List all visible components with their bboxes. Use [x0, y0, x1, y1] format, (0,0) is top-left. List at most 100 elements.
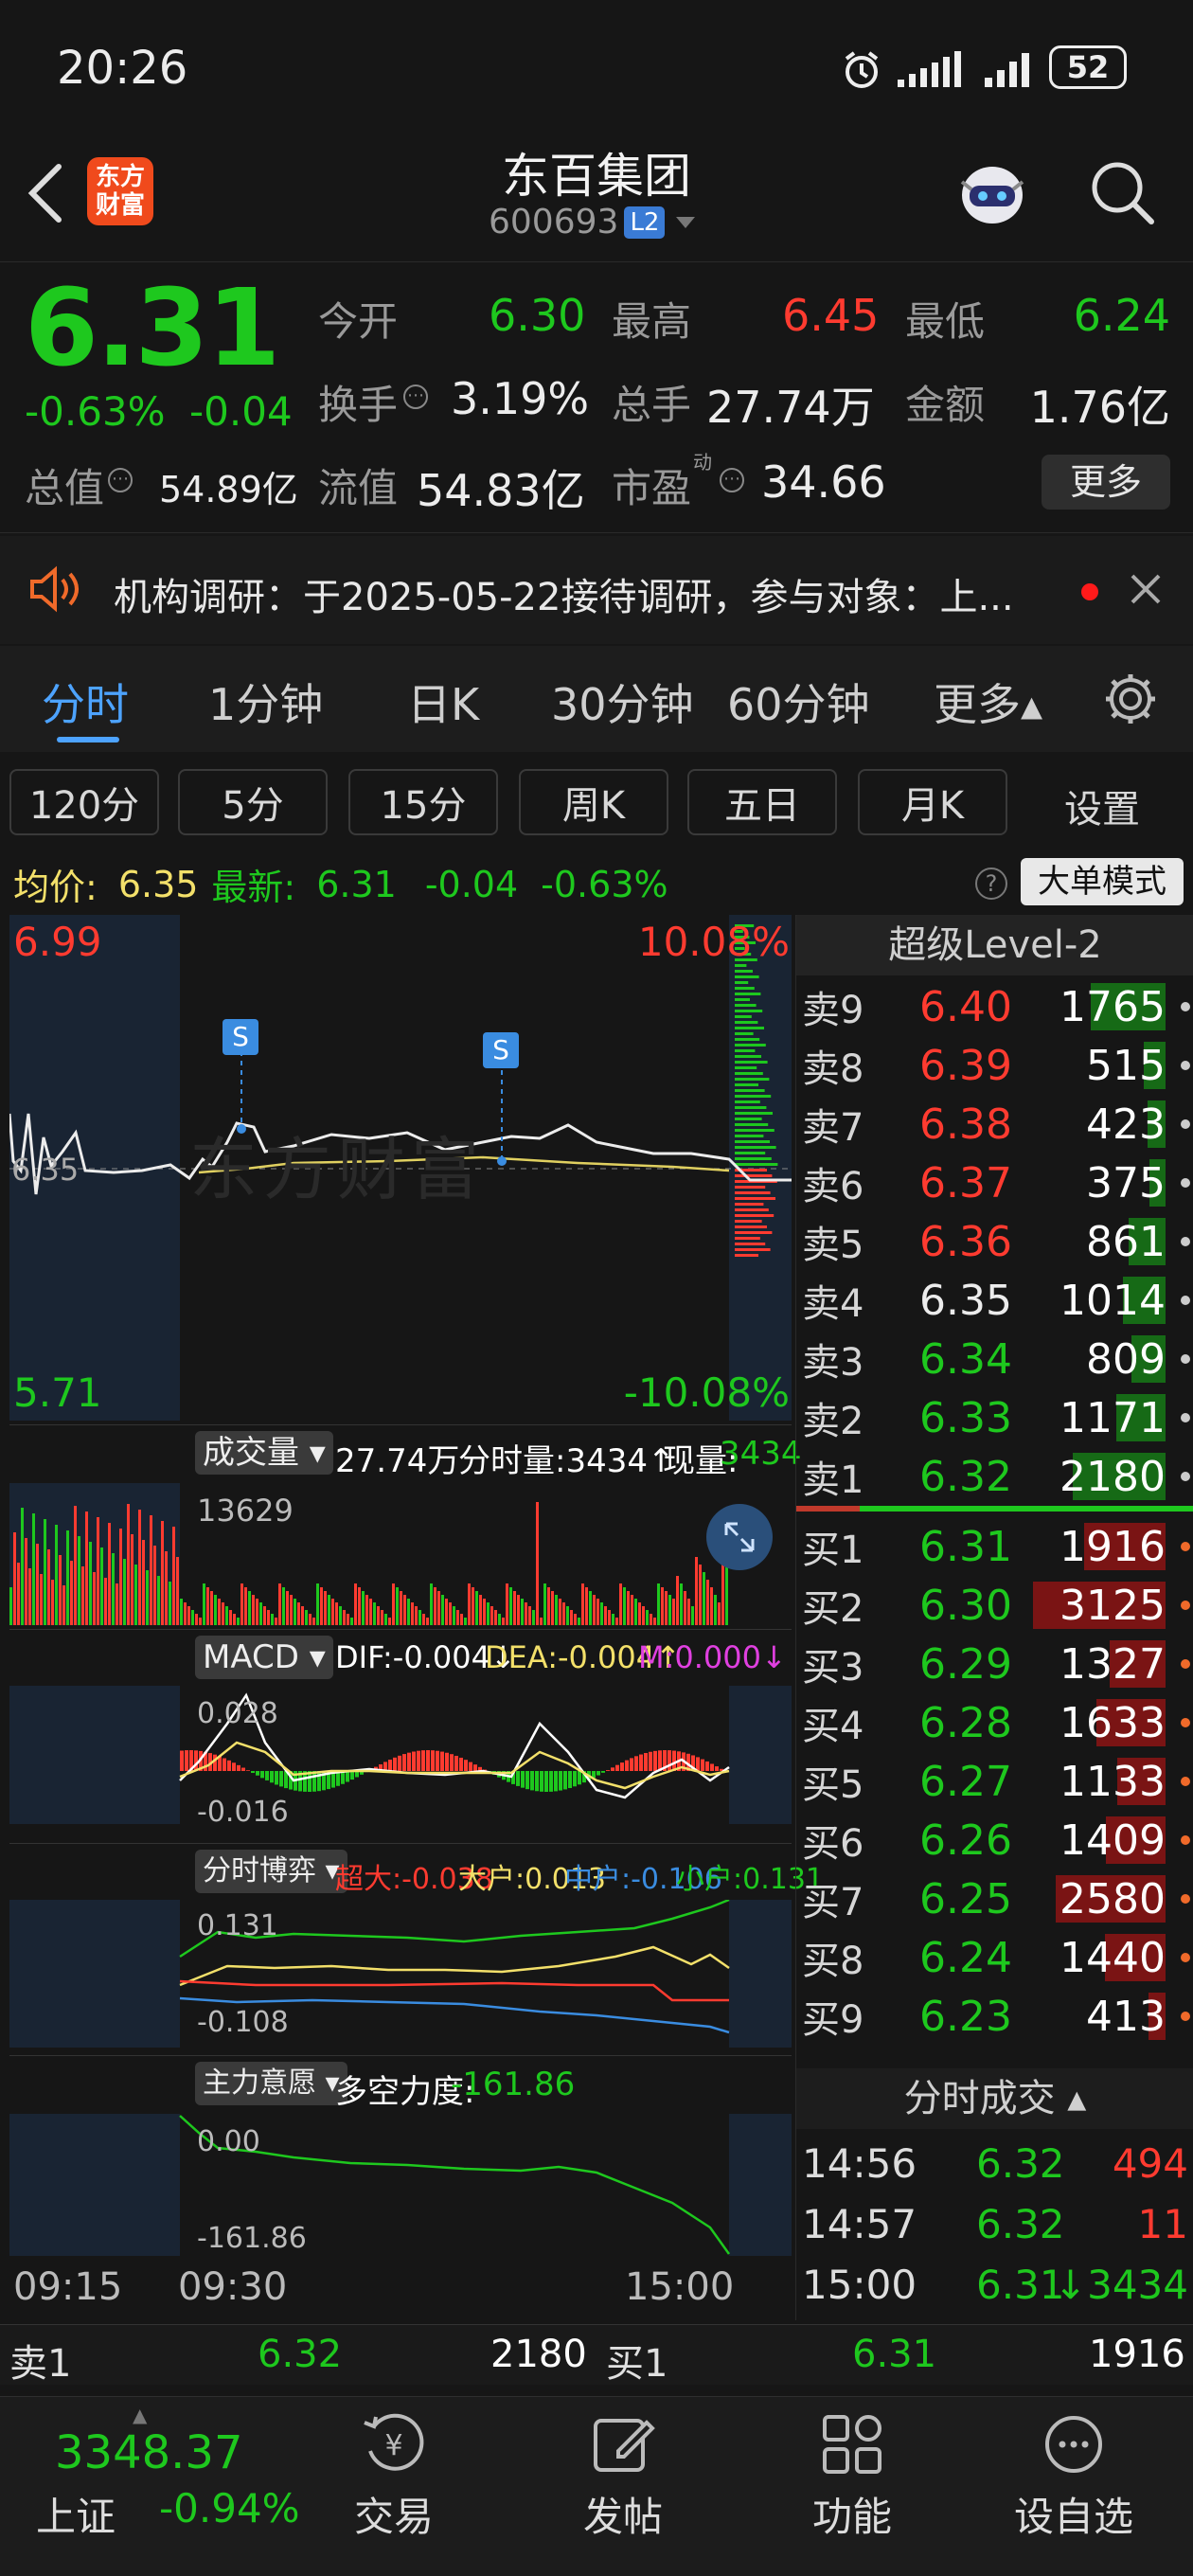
macd-bar [246, 1770, 250, 1771]
subtab-5day[interactable]: 五日 [687, 769, 837, 835]
sell-levels: 卖9 6.40 1765 卖8 6.39 515 卖7 6.38 423 卖6 6.37 375 卖5 6… [796, 977, 1193, 1508]
depth-bar [735, 1049, 756, 1052]
sell-level[interactable]: 卖7 6.38 423 [796, 1095, 1193, 1154]
buy-level[interactable]: 买5 6.27 1133 [796, 1752, 1193, 1811]
sell-level[interactable]: 卖3 6.34 809 [796, 1330, 1193, 1388]
level-label: 卖7 [802, 1106, 864, 1150]
level-price: 6.34 [919, 1334, 1012, 1384]
sell-marker[interactable]: S [483, 1032, 519, 1068]
volume-bar [119, 1529, 122, 1625]
buy-level[interactable]: 买9 6.23 413 [796, 1987, 1193, 2046]
volume-tick: 分时量:3434↑ [458, 1442, 675, 1480]
float-cap-label: 流值 [318, 465, 399, 511]
buy-level[interactable]: 买6 6.26 1409 [796, 1811, 1193, 1869]
notice-bar[interactable]: 机构调研：于2025-05-22接待调研，参与对象：上... [0, 536, 1193, 644]
subtab-120min[interactable]: 120分 [9, 769, 159, 835]
macd-bar [223, 1758, 226, 1771]
game-dropdown[interactable]: 分时博弈 ▾ [195, 1850, 347, 1893]
macd-dropdown[interactable]: MACD ▾ [195, 1636, 333, 1679]
subtab-5min[interactable]: 5分 [178, 769, 328, 835]
volume-dropdown[interactable]: 成交量 ▾ [195, 1431, 333, 1475]
tab-60min[interactable]: 60分钟 [727, 671, 870, 733]
buy-level[interactable]: 买4 6.28 1633 [796, 1693, 1193, 1752]
index-widget[interactable]: ▲ 3348.37 上证 -0.94% [0, 2396, 312, 2576]
sell-level[interactable]: 卖8 6.39 515 [796, 1036, 1193, 1095]
level-dot [1181, 1894, 1190, 1904]
buy-level[interactable]: 买3 6.29 1327 [796, 1635, 1193, 1693]
macd-bar [232, 1762, 236, 1771]
big-order-mode-button[interactable]: 大单模式 [1021, 858, 1184, 905]
sell-level[interactable]: 卖2 6.33 1171 [796, 1388, 1193, 1447]
help-icon[interactable]: ? [975, 868, 1007, 900]
total-cap-value: 54.89亿 [159, 469, 298, 510]
volume-bar [320, 1587, 323, 1625]
volume-bar [684, 1591, 686, 1625]
nav-trade-label: 交易 [353, 2494, 434, 2540]
expand-icon[interactable] [706, 1504, 773, 1570]
macd-bar [417, 1750, 420, 1771]
stock-code-row[interactable]: 600693 L2 [489, 203, 697, 242]
buy-level[interactable]: 买1 6.31 1916 [796, 1517, 1193, 1576]
buy-level[interactable]: 买8 6.24 1440 [796, 1928, 1193, 1987]
robot-avatar-icon[interactable] [949, 153, 1036, 235]
sell-level[interactable]: 卖1 6.32 2180 [796, 1447, 1193, 1506]
more-button[interactable]: 更多 [1042, 455, 1170, 510]
info-icon[interactable]: ⋯ [403, 385, 428, 409]
subtab-month[interactable]: 月K [858, 769, 1007, 835]
level-dot [1181, 1659, 1190, 1669]
index-arrow: ▲ [133, 2404, 148, 2426]
tick-list: 14:56 6.32 494 14:57 6.32 11 15:00 6.31 ↓3434 [796, 2133, 1193, 2318]
subtab-15min[interactable]: 15分 [348, 769, 498, 835]
info-icon[interactable]: ⋯ [720, 468, 744, 492]
nav-post[interactable]: 发帖 [504, 2396, 742, 2543]
volume-bar [142, 1540, 145, 1625]
volume-bar [127, 1504, 130, 1625]
svg-text:¥: ¥ [384, 2429, 402, 2462]
sell-marker[interactable]: S [223, 1019, 258, 1055]
macd-bar [615, 1764, 619, 1771]
volume-bar [680, 1583, 683, 1625]
depth-bar [735, 1118, 762, 1120]
macd-bar [270, 1771, 274, 1783]
info-icon[interactable]: ⋯ [108, 468, 133, 492]
level-volume: 809 [1086, 1334, 1166, 1384]
strip-buy-price: 6.31 [852, 2333, 937, 2376]
close-icon[interactable] [1129, 572, 1163, 606]
search-icon[interactable] [1087, 157, 1157, 227]
intraday-chart[interactable]: 东方财富 S S 6.99 10.08% 6.35 5.71 -10.08% 成… [9, 915, 824, 2364]
level-label: 买4 [802, 1705, 864, 1748]
buy-level[interactable]: 买7 6.25 2580 [796, 1869, 1193, 1928]
last-pct: -0.63% [541, 863, 668, 905]
level-label: 卖1 [802, 1458, 864, 1502]
buy-level[interactable]: 买2 6.30 3125 [796, 1576, 1193, 1635]
intent-dropdown[interactable]: 主力意愿 ▾ [195, 2062, 347, 2105]
nav-function[interactable]: 功能 [733, 2396, 971, 2543]
level-label: 买6 [802, 1822, 864, 1866]
tab-more[interactable]: 更多▴ [934, 671, 1042, 733]
intent-header: 主力意愿 ▾ 多空力度: -161.86 [9, 2055, 792, 2111]
volume-bar [513, 1591, 516, 1625]
sell-level[interactable]: 卖6 6.37 375 [796, 1154, 1193, 1212]
nav-trade[interactable]: ¥ 交易 [275, 2396, 513, 2543]
level-price: 6.36 [919, 1217, 1012, 1266]
tab-fenshi[interactable]: 分时 [42, 671, 129, 733]
volume-bar [578, 1618, 580, 1625]
macd-bar [668, 1750, 671, 1771]
tab-30min[interactable]: 30分钟 [551, 671, 694, 733]
gear-icon[interactable] [1102, 671, 1159, 727]
volume-bar [426, 1618, 429, 1625]
volume-bar [483, 1599, 486, 1625]
tab-1min[interactable]: 1分钟 [208, 671, 323, 733]
volume-bar [259, 1602, 262, 1625]
subtab-week[interactable]: 周K [519, 769, 668, 835]
macd-bar [715, 1766, 719, 1771]
sell-level[interactable]: 卖5 6.36 861 [796, 1212, 1193, 1271]
subtab-settings[interactable]: 设置 [1026, 778, 1178, 833]
nav-watchlist[interactable]: 设自选 [954, 2396, 1193, 2543]
volume-bar [551, 1591, 554, 1625]
volume-bar [638, 1602, 641, 1625]
ticks-title[interactable]: 分时成交 ▴ [796, 2068, 1193, 2129]
tab-day[interactable]: 日K [407, 671, 479, 733]
sell-level[interactable]: 卖9 6.40 1765 [796, 977, 1193, 1036]
sell-level[interactable]: 卖4 6.35 1014 [796, 1271, 1193, 1330]
